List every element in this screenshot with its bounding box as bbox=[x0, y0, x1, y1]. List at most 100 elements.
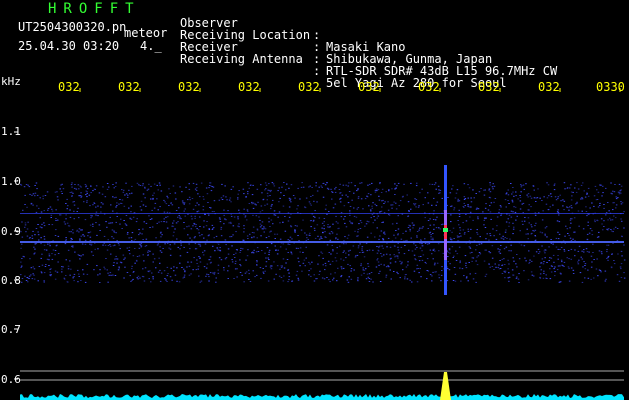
noise-pixel bbox=[578, 225, 580, 227]
noise-pixel bbox=[484, 227, 487, 228]
noise-pixel bbox=[579, 272, 582, 274]
noise-pixel bbox=[199, 226, 201, 227]
noise-pixel bbox=[36, 188, 38, 190]
noise-pixel bbox=[450, 221, 452, 223]
noise-pixel bbox=[278, 275, 281, 277]
noise-pixel bbox=[195, 183, 198, 185]
noise-pixel bbox=[156, 184, 158, 186]
noise-pixel bbox=[544, 249, 546, 251]
noise-pixel bbox=[406, 278, 409, 280]
noise-pixel bbox=[356, 190, 358, 192]
noise-pixel bbox=[194, 205, 197, 207]
noise-pixel bbox=[221, 183, 223, 185]
noise-pixel bbox=[270, 268, 273, 270]
noise-pixel bbox=[157, 209, 159, 211]
noise-pixel bbox=[183, 276, 186, 278]
noise-pixel bbox=[323, 228, 325, 230]
noise-pixel bbox=[270, 189, 272, 191]
noise-pixel bbox=[165, 279, 167, 281]
noise-pixel bbox=[430, 234, 432, 236]
noise-pixel bbox=[610, 230, 613, 232]
noise-pixel bbox=[520, 244, 523, 246]
noise-pixel bbox=[256, 260, 258, 261]
noise-pixel bbox=[414, 244, 417, 246]
noise-pixel bbox=[416, 182, 418, 184]
noise-pixel bbox=[223, 269, 225, 271]
noise-pixel bbox=[132, 255, 135, 257]
noise-pixel bbox=[456, 253, 459, 255]
noise-pixel bbox=[217, 243, 220, 245]
noise-pixel bbox=[206, 239, 208, 241]
noise-pixel bbox=[151, 209, 153, 211]
noise-pixel bbox=[317, 235, 319, 237]
noise-pixel bbox=[102, 244, 104, 246]
noise-pixel bbox=[426, 278, 428, 280]
noise-pixel bbox=[323, 225, 325, 227]
noise-pixel bbox=[217, 249, 219, 251]
noise-pixel bbox=[607, 219, 609, 221]
filename-label: UT2504300320.pn bbox=[18, 20, 127, 34]
noise-pixel bbox=[156, 198, 158, 200]
noise-pixel bbox=[332, 279, 334, 281]
noise-pixel bbox=[438, 227, 440, 229]
noise-pixel bbox=[514, 206, 517, 208]
noise-pixel bbox=[467, 230, 470, 232]
noise-pixel bbox=[227, 278, 229, 279]
noise-pixel bbox=[25, 184, 28, 185]
noise-pixel bbox=[489, 197, 492, 199]
noise-pixel bbox=[581, 197, 583, 199]
noise-pixel bbox=[192, 225, 194, 227]
noise-pixel bbox=[583, 249, 585, 251]
noise-pixel bbox=[76, 229, 79, 231]
noise-pixel bbox=[581, 258, 584, 260]
noise-pixel bbox=[304, 207, 307, 209]
noise-pixel bbox=[374, 219, 376, 221]
noise-pixel bbox=[72, 277, 74, 279]
noise-pixel bbox=[80, 255, 82, 257]
noise-pixel bbox=[47, 243, 49, 245]
noise-pixel bbox=[541, 245, 543, 247]
power-peak bbox=[440, 372, 451, 400]
noise-pixel bbox=[69, 192, 71, 193]
noise-pixel bbox=[291, 280, 294, 282]
noise-pixel bbox=[381, 188, 384, 190]
noise-pixel bbox=[343, 205, 346, 207]
noise-pixel bbox=[54, 254, 56, 256]
noise-pixel bbox=[340, 258, 342, 260]
noise-pixel bbox=[591, 230, 593, 232]
noise-pixel bbox=[515, 219, 517, 221]
noise-pixel bbox=[269, 191, 272, 193]
noise-pixel bbox=[570, 248, 573, 250]
noise-pixel bbox=[393, 254, 395, 256]
noise-pixel bbox=[365, 223, 368, 225]
noise-pixel bbox=[261, 209, 264, 211]
noise-pixel bbox=[533, 189, 535, 191]
noise-pixel bbox=[296, 208, 298, 210]
noise-pixel bbox=[560, 259, 563, 261]
noise-pixel bbox=[583, 190, 585, 192]
noise-pixel bbox=[558, 281, 561, 283]
noise-pixel bbox=[347, 185, 349, 187]
noise-pixel bbox=[251, 203, 253, 205]
noise-pixel bbox=[476, 256, 478, 258]
noise-pixel bbox=[305, 197, 308, 199]
noise-pixel bbox=[435, 227, 438, 229]
noise-pixel bbox=[297, 257, 299, 259]
noise-pixel bbox=[263, 231, 265, 233]
noise-pixel bbox=[20, 247, 22, 249]
noise-pixel bbox=[73, 280, 75, 282]
noise-pixel bbox=[127, 232, 129, 233]
noise-pixel bbox=[46, 191, 49, 193]
noise-pixel bbox=[321, 222, 324, 224]
noise-pixel bbox=[169, 248, 172, 250]
noise-pixel bbox=[283, 275, 285, 277]
noise-pixel bbox=[500, 206, 502, 208]
noise-pixel bbox=[378, 195, 380, 197]
noise-pixel bbox=[550, 265, 553, 267]
noise-pixel bbox=[590, 266, 593, 268]
noise-pixel bbox=[147, 188, 150, 190]
noise-pixel bbox=[272, 183, 275, 185]
noise-pixel bbox=[115, 196, 117, 198]
noise-pixel bbox=[396, 271, 398, 273]
noise-pixel bbox=[310, 204, 312, 206]
